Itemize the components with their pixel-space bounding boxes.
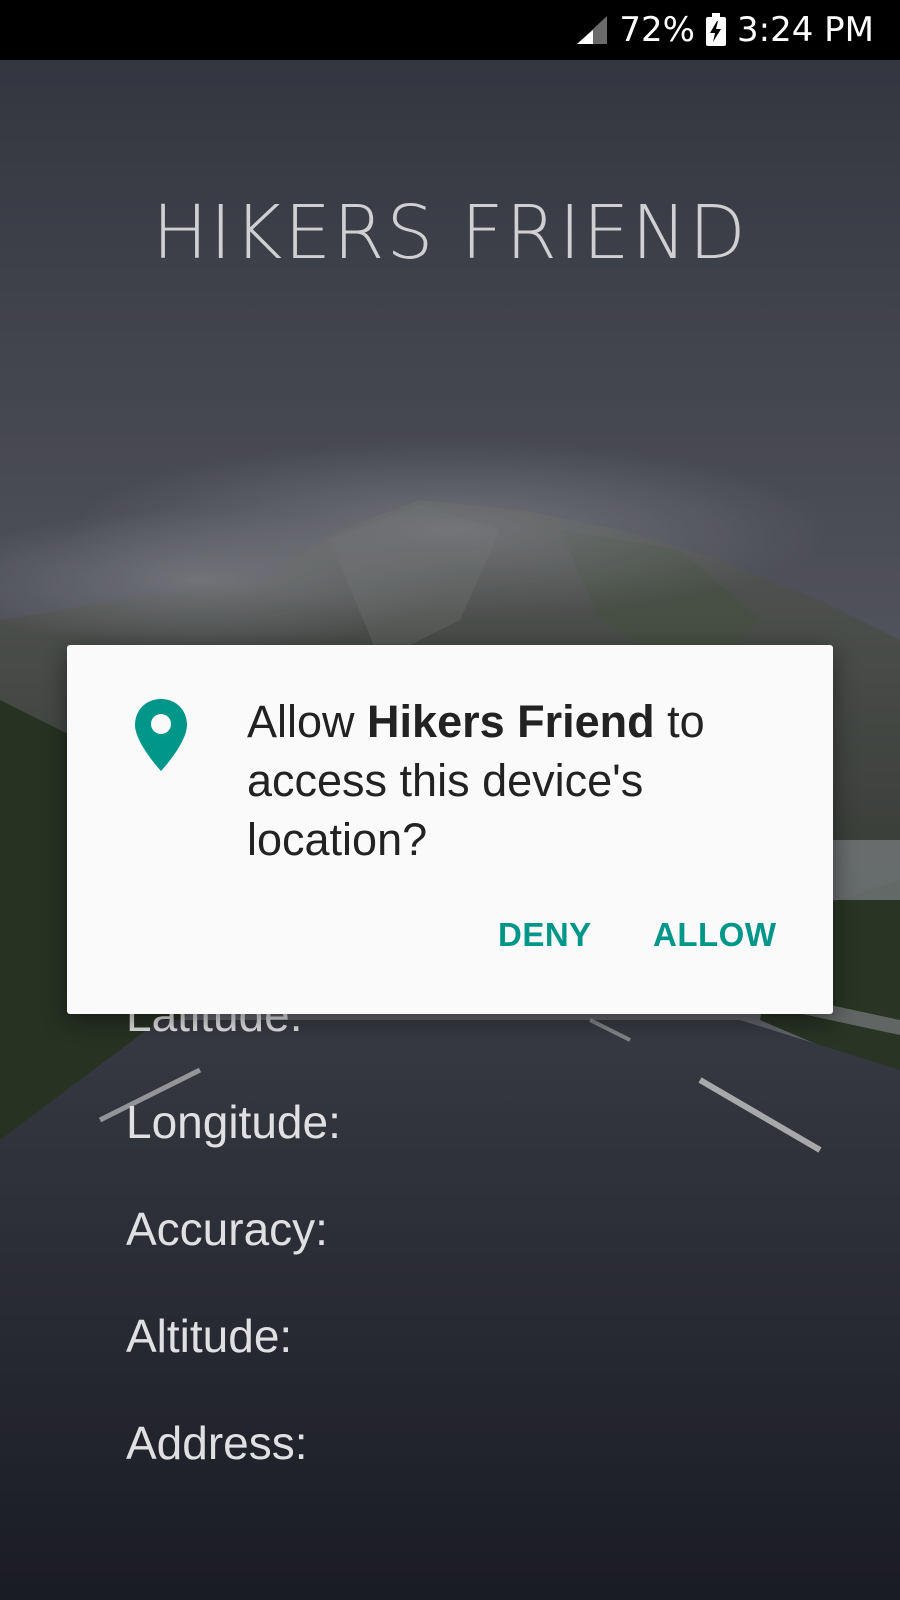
deny-button[interactable]: DENY <box>492 908 598 962</box>
address-label: Address: <box>126 1417 308 1469</box>
permission-dialog: Allow Hikers Friend to access this devic… <box>67 645 833 1014</box>
message-prefix: Allow <box>247 696 368 747</box>
location-pin-icon <box>133 697 189 773</box>
longitude-label: Longitude: <box>126 1096 341 1148</box>
accuracy-label: Accuracy: <box>126 1203 328 1255</box>
battery-charging-icon <box>705 13 727 47</box>
status-bar: 72% 3:24 PM <box>0 0 900 60</box>
battery-percent: 72% <box>619 10 695 50</box>
altitude-label: Altitude: <box>126 1310 293 1362</box>
signal-icon <box>575 14 609 46</box>
screen: 72% 3:24 PM HIKERS FRIEND Latitude: Long… <box>0 0 900 1600</box>
clock: 3:24 PM <box>737 10 874 50</box>
app-name: Hikers Friend <box>367 696 655 747</box>
allow-button[interactable]: ALLOW <box>647 908 782 962</box>
app-title: HIKERS FRIEND <box>152 190 748 276</box>
location-info-list: Latitude: Longitude: Accuracy: Altitude:… <box>126 962 341 1497</box>
dialog-message: Allow Hikers Friend to access this devic… <box>247 692 787 869</box>
